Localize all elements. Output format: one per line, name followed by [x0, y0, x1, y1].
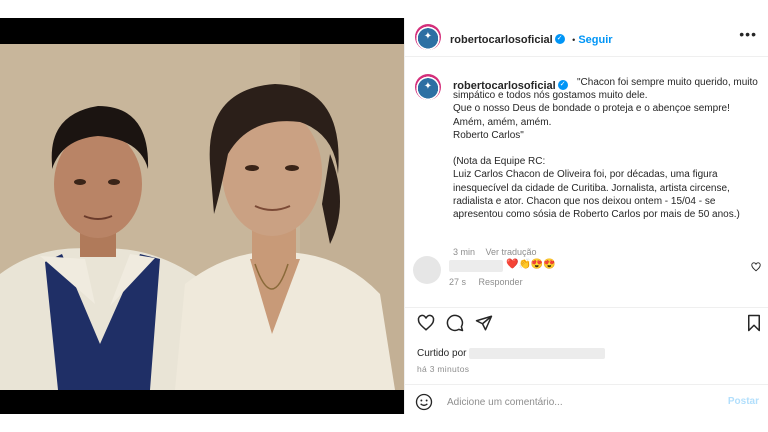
heart-icon[interactable] — [417, 314, 435, 332]
translate-link[interactable]: Ver tradução — [486, 247, 537, 257]
likes-line: Curtido por — [417, 348, 606, 360]
post-media — [0, 18, 404, 414]
comment-divider — [405, 384, 768, 385]
photo-illustration — [0, 44, 404, 390]
caption-avatar[interactable]: ✦ — [415, 74, 441, 100]
post-header: ✦ robertocarlosoficial ✓ • Seguir ••• — [405, 18, 768, 57]
comment-time: 27 s — [449, 277, 467, 287]
header-author: robertocarlosoficial ✓ • Seguir — [450, 30, 613, 48]
add-comment-row: Postar — [405, 390, 768, 414]
follow-button[interactable]: Seguir — [578, 34, 612, 46]
avatar-logo-icon: ✦ — [423, 31, 433, 42]
liked-by-blurred[interactable] — [469, 348, 606, 359]
instagram-post-modal: ✦ robertocarlosoficial ✓ • Seguir ••• ✦ ro… — [0, 18, 768, 414]
actions-divider — [405, 307, 768, 308]
post-photo[interactable] — [0, 44, 404, 390]
caption-text: "Chacon foi sempre muito querido, muito … — [453, 77, 758, 221]
post-actions — [405, 314, 768, 338]
post-time[interactable]: há 3 minutos — [417, 364, 469, 374]
share-icon[interactable] — [475, 314, 493, 332]
caption-meta: 3 min Ver tradução — [453, 247, 545, 257]
commenter-name-blurred[interactable] — [449, 260, 503, 272]
liked-by-label: Curtido por — [417, 348, 467, 360]
comment-icon[interactable] — [446, 314, 464, 332]
emoji-icon[interactable] — [415, 393, 433, 411]
verified-icon: ✓ — [554, 33, 565, 44]
post-caption: "Chacon foi sempre muito querido, muito … — [453, 76, 759, 221]
post-comment-button[interactable]: Postar — [728, 396, 759, 407]
author-username[interactable]: robertocarlosoficial — [450, 34, 553, 46]
comment-meta: 27 s Responder — [449, 277, 533, 287]
save-icon[interactable] — [745, 314, 763, 332]
caption-time: 3 min — [453, 247, 476, 257]
comment-input[interactable] — [445, 392, 719, 412]
comment-like-icon[interactable] — [751, 262, 761, 275]
comment-text: ❤️👏😍😍 — [506, 259, 556, 270]
author-avatar[interactable]: ✦ — [415, 24, 441, 50]
post-side-panel: ✦ robertocarlosoficial ✓ • Seguir ••• ✦ ro… — [404, 18, 768, 414]
caption-avatar-logo-icon: ✦ — [423, 81, 433, 92]
commenter-avatar[interactable] — [413, 256, 441, 284]
more-icon[interactable]: ••• — [739, 26, 757, 42]
reply-button[interactable]: Responder — [479, 277, 523, 287]
dot-separator: • — [572, 35, 576, 45]
